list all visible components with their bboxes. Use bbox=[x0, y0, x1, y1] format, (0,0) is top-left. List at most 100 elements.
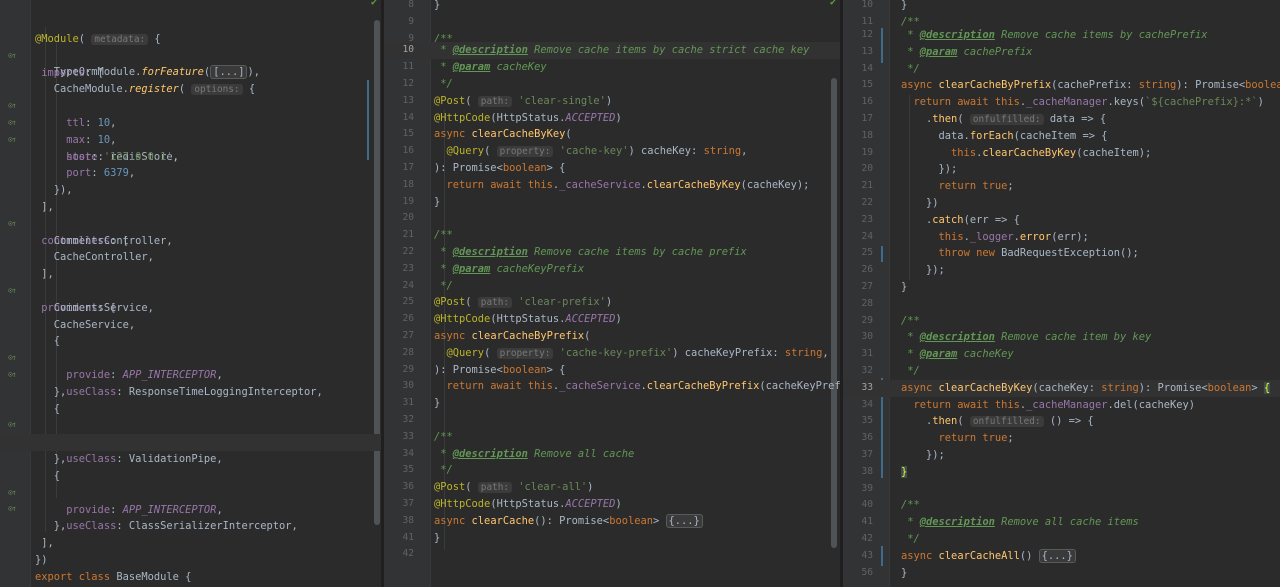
code-line: ⊙↑ provide: APP_INTERCEPTOR, bbox=[0, 333, 381, 381]
line-number: 33 bbox=[402, 431, 414, 442]
line-text: }); bbox=[901, 264, 945, 276]
line-number: 41 bbox=[861, 516, 873, 527]
line-text: return await this._cacheManager.del(cach… bbox=[913, 399, 1196, 411]
line-number: 27 bbox=[861, 281, 873, 292]
code-line: 17 .then( onfulfilled: data => { bbox=[843, 111, 1280, 128]
code-line: { bbox=[0, 384, 381, 415]
line-number: 37 bbox=[861, 449, 873, 460]
line-text: * @description Remove cache items by cac… bbox=[434, 246, 747, 258]
line-number: 21 bbox=[402, 229, 414, 240]
code-line: 10} bbox=[843, 0, 1280, 14]
code-line: 18 return await this._cacheService.clear… bbox=[384, 177, 840, 194]
line-text: */ bbox=[434, 280, 453, 292]
line-text: @HttpCode(HttpStatus.ACCEPTED) bbox=[434, 112, 622, 124]
line-text: */ bbox=[901, 533, 920, 545]
line-number: 12 bbox=[402, 78, 414, 89]
code-line-current: }, bbox=[0, 434, 381, 465]
line-number: 42 bbox=[861, 533, 873, 544]
line-text: /** bbox=[434, 229, 453, 241]
code-line: ], bbox=[0, 182, 381, 213]
line-number: 11 bbox=[402, 61, 414, 72]
editor-pane-cache-service[interactable]: 10} 11/** 12 * @description Remove cache… bbox=[843, 0, 1280, 587]
line-number: 13 bbox=[402, 95, 414, 106]
code-line: 22 * @description Remove cache items by … bbox=[384, 244, 840, 261]
code-line: }), bbox=[0, 165, 381, 196]
code-line: host: '127.0.0.1', bbox=[0, 132, 381, 163]
param-hint: onfulfilled: bbox=[969, 416, 1044, 427]
code-line: 22 }) bbox=[843, 195, 1280, 212]
code-line: 27 async clearCacheByPrefix( bbox=[384, 328, 840, 345]
code-line: 13 @Post( path: 'clear-single') bbox=[384, 93, 840, 110]
code-line: 32 */ bbox=[843, 363, 1280, 380]
code-line: 42 */ bbox=[843, 531, 1280, 548]
code-line: { bbox=[0, 451, 381, 482]
code-line: 37 }); bbox=[843, 447, 1280, 464]
line-text: throw new BadRequestException(); bbox=[938, 247, 1139, 259]
line-text: return await this._cacheManager.keys(`${… bbox=[913, 96, 1264, 108]
line-number: 30 bbox=[861, 331, 873, 342]
code-line: 18 data.forEach(cacheItem => { bbox=[843, 128, 1280, 145]
code-line: ⊙↑ provide: APP_PIPE, bbox=[0, 400, 381, 448]
line-number: 14 bbox=[861, 63, 873, 74]
code-line: 14 */ bbox=[843, 61, 1280, 78]
code-line: ⊙↑ useClass: ClassSerializerInterceptor, bbox=[0, 484, 381, 532]
line-number: 10 bbox=[402, 44, 414, 55]
line-text: async clearCacheByKey( bbox=[434, 128, 572, 140]
code-line: 20 bbox=[384, 210, 840, 227]
code-line: export class BaseModule { bbox=[0, 552, 381, 583]
editor-pane-cache-controller[interactable]: ✔ 8} 9 9/** 10 * @description Remove cac… bbox=[384, 0, 840, 587]
line-text: .catch(err => { bbox=[901, 214, 1020, 226]
line-number: 12 bbox=[861, 29, 873, 40]
line-text: @Query( property: 'cache-key') cacheKey:… bbox=[446, 145, 748, 157]
line-number: 9 bbox=[408, 16, 414, 27]
code-line: 35 */ bbox=[384, 462, 840, 479]
code-line: CommentsController, bbox=[0, 216, 381, 247]
code-line: 13 * @param cachePrefix bbox=[843, 44, 1280, 61]
line-text: */ bbox=[434, 78, 453, 90]
code-line: 38} bbox=[843, 464, 1280, 481]
code-line: 14 @HttpCode(HttpStatus.ACCEPTED) bbox=[384, 110, 840, 127]
collapsed-block[interactable]: {...} bbox=[1038, 549, 1076, 563]
line-text: this._logger.error(err); bbox=[938, 231, 1089, 243]
line-text: this.clearCacheByKey(cacheItem); bbox=[951, 147, 1152, 159]
line-number: 17 bbox=[402, 162, 414, 173]
line-number: 23 bbox=[861, 214, 873, 225]
code-line: 26 }); bbox=[843, 262, 1280, 279]
line-text: * @description Remove all cache items bbox=[901, 516, 1139, 528]
code-line: }, bbox=[0, 367, 381, 398]
line-number: 24 bbox=[402, 280, 414, 291]
code-line: 28 bbox=[843, 296, 1280, 313]
line-number: 17 bbox=[861, 113, 873, 124]
line-number: 32 bbox=[402, 414, 414, 425]
code-line: 21 /** bbox=[384, 227, 840, 244]
code-line: 16 @Query( property: 'cache-key') cacheK… bbox=[384, 143, 840, 160]
line-text: async clearCacheByPrefix(cachePrefix: st… bbox=[901, 79, 1280, 91]
code-line: 26 @HttpCode(HttpStatus.ACCEPTED) bbox=[384, 311, 840, 328]
line-number: 38 bbox=[402, 515, 414, 526]
line-number: 39 bbox=[861, 483, 873, 494]
line-text: return await this._cacheService.clearCac… bbox=[446, 380, 840, 392]
line-text: * @description Remove cache items by cac… bbox=[434, 44, 810, 56]
code-line: ⊙↑ useClass: ValidationPipe, bbox=[0, 417, 381, 465]
param-hint: property: bbox=[496, 146, 554, 157]
line-text: ): Promise<boolean> { bbox=[434, 162, 566, 174]
param-hint: onfulfilled: bbox=[969, 114, 1044, 125]
line-text: * @description Remove cache item by key bbox=[901, 331, 1152, 343]
code-line: ⊙↑ imports: [ bbox=[0, 31, 381, 79]
code-line: CacheController, bbox=[0, 232, 381, 263]
line-number: 13 bbox=[861, 46, 873, 57]
code-line: 19} bbox=[384, 194, 840, 211]
line-number: 24 bbox=[861, 231, 873, 242]
line-number: 8 bbox=[408, 0, 414, 10]
line-number: 33 bbox=[861, 382, 873, 393]
line-number: 15 bbox=[861, 79, 873, 90]
code-line: 29): Promise<boolean> { bbox=[384, 362, 840, 379]
line-number: 37 bbox=[402, 498, 414, 509]
line-text: /** bbox=[901, 499, 920, 511]
line-number: 56 bbox=[861, 567, 873, 578]
collapsed-block[interactable]: {...} bbox=[665, 514, 703, 528]
line-number: 15 bbox=[402, 128, 414, 139]
code-line: ], bbox=[0, 518, 381, 549]
line-number: 41 bbox=[402, 532, 414, 543]
editor-pane-base-module[interactable]: ✔ @Module( metadata: { ⊙↑ imports: [ Typ… bbox=[0, 0, 381, 587]
